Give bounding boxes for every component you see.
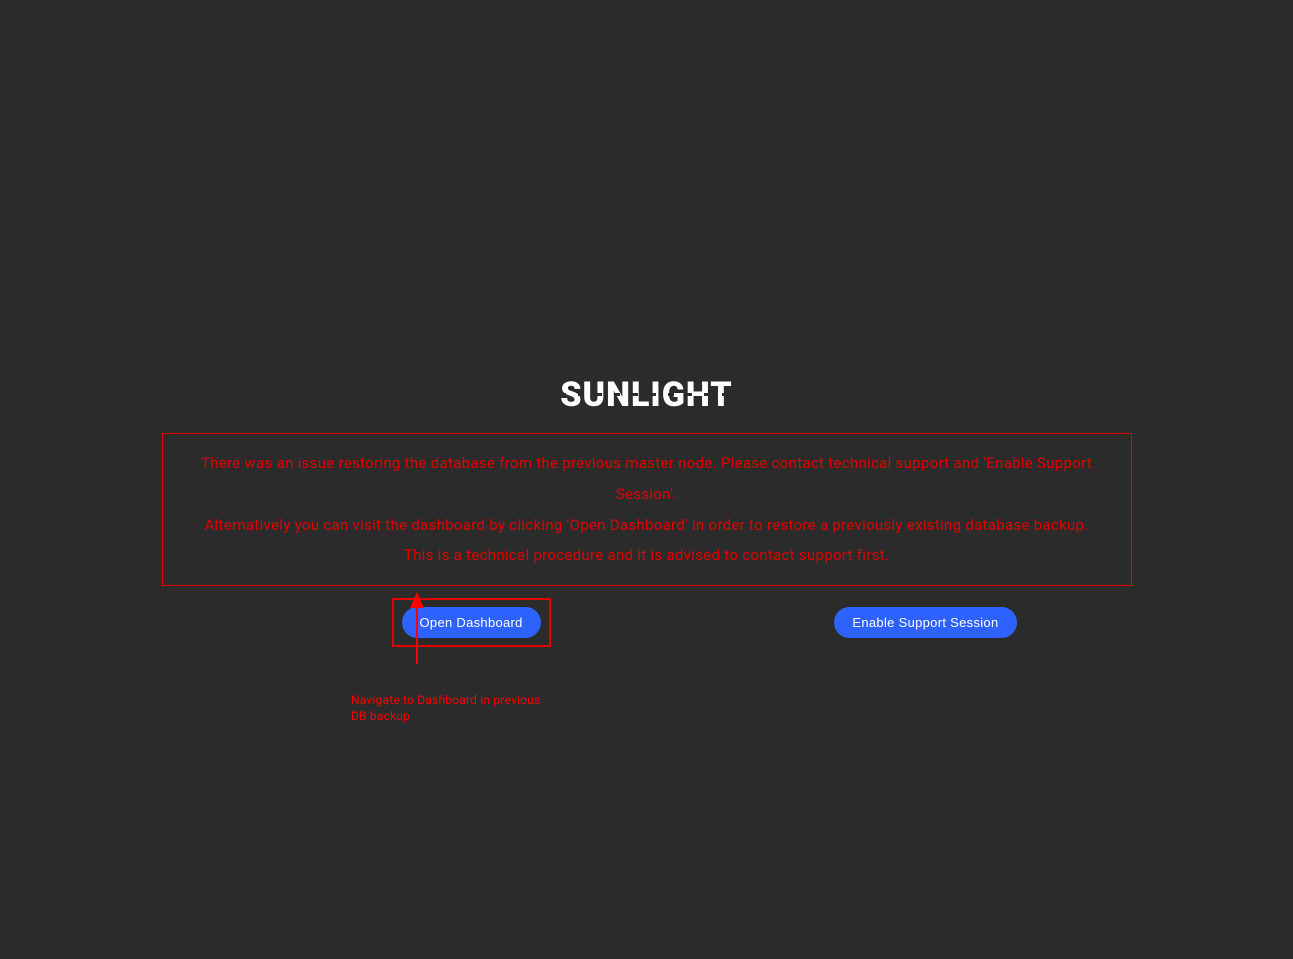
enable-support-button[interactable]: Enable Support Session [834,607,1016,638]
brand-logo-text: SUNLIGHT [560,375,733,415]
arrow-line-icon [416,606,418,664]
error-message-line-1: There was an issue restoring the databas… [173,448,1121,510]
action-buttons-row: Open Dashboard Enable Support Session [162,598,1132,647]
error-alert-box: There was an issue restoring the databas… [162,433,1132,586]
brand-logo: SUNLIGHT [560,375,733,415]
annotation-arrow [411,592,423,666]
enable-support-wrap: Enable Support Session [834,598,1016,647]
annotation-label: Navigate to Dashboard in previous DB bac… [351,692,551,724]
error-message-line-2: Alternatively you can visit the dashboar… [173,510,1121,541]
error-message-line-3: This is a technical procedure and it is … [173,540,1121,571]
